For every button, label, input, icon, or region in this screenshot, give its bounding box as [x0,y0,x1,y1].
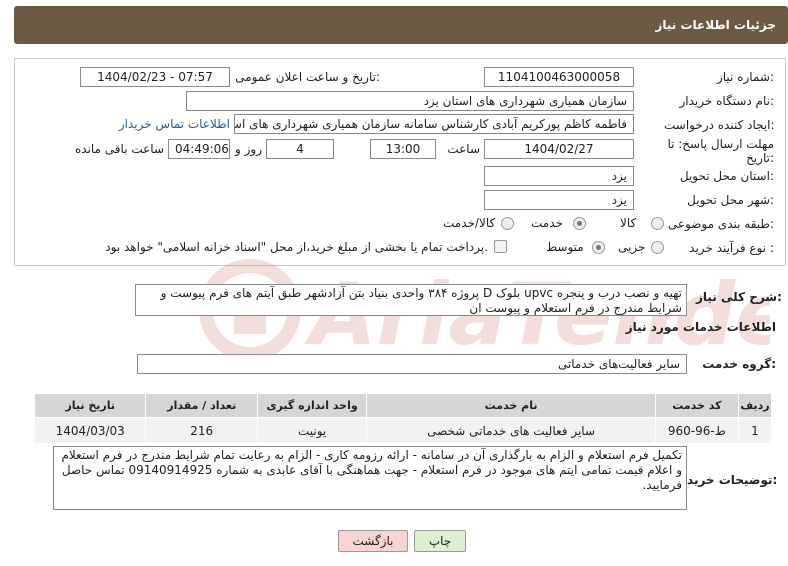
process-radio-minor[interactable] [651,241,664,254]
back-button[interactable]: بازگشت [338,530,408,552]
deadline-time-field: 13:00 [370,139,436,159]
buyer-org-field: سازمان همیاری شهرداری های استان یزد [186,91,634,111]
category-label: طبقه بندی موضوعی: [667,217,774,231]
remaining-time-field: 04:49:06 [168,139,230,159]
col-need-date: تاریخ نیاز [33,393,147,418]
cell-service-code: ط-96-960 [654,417,739,444]
buyer-contact-link[interactable]: اطلاعات تماس خریدار [110,117,230,131]
col-unit: واحد اندازه گیری [256,393,368,418]
cell-unit: یونیت [256,417,368,444]
cell-row-number: 1 [737,417,773,444]
process-radio-medium[interactable] [592,241,605,254]
need-number-label: شماره نیاز: [716,70,774,84]
cell-quantity: 216 [145,417,258,444]
services-table-header: تاریخ نیاز تعداد / مقدار واحد اندازه گیر… [33,393,773,418]
announce-field: 1404/02/23 - 07:57 [80,67,230,87]
col-service-name: نام خدمت [366,393,656,418]
treasury-checkbox[interactable] [494,240,507,253]
province-label: استان محل تحویل: [679,169,774,183]
deadline-time-label: ساعت [447,142,480,156]
deadline-label: مهلت ارسال پاسخ: تا [667,137,774,151]
category-option-goods-service: کالا/خدمت [443,216,496,230]
buyer-notes-textarea[interactable]: تکمیل فرم استعلام و الزام به بارگذاری آن… [53,446,687,510]
col-service-code: کد خدمت [654,393,739,418]
need-number-field: 1104100463000058 [484,67,634,87]
page-header: جزئیات اطلاعات نیاز [14,6,788,44]
col-row-number: ردیف [737,393,773,418]
category-option-service: خدمت [531,216,563,230]
print-button[interactable]: چاپ [414,530,466,552]
deadline-date-field: 1404/02/27 [484,139,634,159]
description-label: شرح کلی نیاز: [696,290,782,304]
announce-label: تاریخ و ساعت اعلان عمومی: [235,70,380,84]
buyer-notes-label: توضیحات خریدار: [676,473,778,487]
services-section-title: اطلاعات خدمات مورد نیاز [625,320,776,334]
description-textarea[interactable]: تهیه و نصب درب و پنجره upvc بلوک D پروژه… [135,284,687,316]
service-group-label: گروه خدمت: [702,357,776,371]
process-option-medium: متوسط [546,240,584,254]
remaining-time-label: ساعت باقی مانده [74,142,164,156]
category-option-goods: کالا [620,216,637,230]
table-row: 1404/03/03 216 یونیت سایر فعالیت های خدم… [33,417,773,444]
buyer-org-label: نام دستگاه خریدار: [679,94,775,108]
service-group-field: سایر فعالیت‌های خدماتی [137,354,687,374]
process-option-minor: جزیی [618,240,646,254]
creator-label: ایجاد کننده درخواست: [664,118,775,132]
page-title: جزئیات اطلاعات نیاز [655,18,776,32]
category-radio-goods[interactable] [651,217,664,230]
col-quantity: تعداد / مقدار [145,393,258,418]
city-field: یزد [484,190,634,210]
cell-need-date: 1404/03/03 [33,417,147,444]
treasury-payment-note: پرداخت تمام یا بخشی از مبلغ خرید،از محل … [105,240,488,254]
city-label: شهر محل تحویل: [687,193,774,207]
creator-field: فاطمه کاظم پورکریم آبادی کارشناس سامانه … [234,114,634,134]
cell-service-name: سایر فعالیت های خدماتی شخصی [366,417,656,444]
services-table: تاریخ نیاز تعداد / مقدار واحد اندازه گیر… [33,393,773,444]
days-label: روز و [235,142,262,156]
category-radio-goods-service[interactable] [501,217,514,230]
province-field: یزد [484,166,634,186]
process-label: نوع فرآیند خرید : [689,241,774,255]
deadline-label-date: تاریخ: [746,151,774,165]
category-radio-service[interactable] [573,217,586,230]
days-field: 4 [266,139,334,159]
